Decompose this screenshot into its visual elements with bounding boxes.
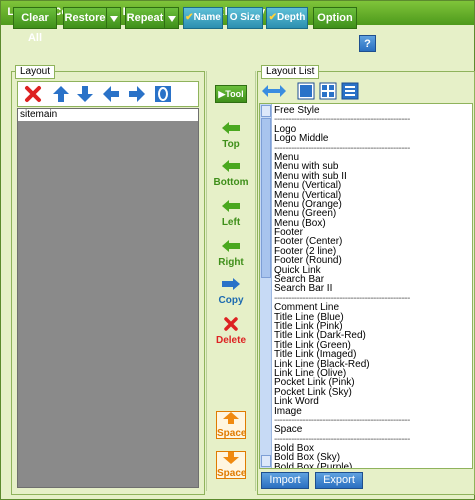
list-scrollbar[interactable] [260,104,272,468]
layout-canvas[interactable]: sitemain [17,108,199,488]
list-separator: ----------------------------------------… [274,142,410,154]
arrow-left-green-icon [222,160,240,172]
repeat-dropdown-icon[interactable] [164,8,178,28]
delete-x-icon [224,317,238,331]
delete-x-icon[interactable] [24,85,42,103]
right-button[interactable]: Right [207,239,255,268]
list-tools [259,81,473,103]
arrow-left-green-icon [222,200,240,212]
copy-button[interactable]: Copy [207,277,255,306]
tool-label: Tool [225,89,244,99]
list-item[interactable]: Link Word [274,396,470,406]
arrow-left-green-icon [222,240,240,252]
layout-tools [17,81,199,107]
scroll-down-icon[interactable] [261,455,271,467]
layout-list-label: Layout List [261,65,320,79]
arrow-left-green-icon [222,122,240,134]
top-label: Top [222,139,240,150]
name-label: Name [193,12,221,23]
arrow-up-icon[interactable] [52,85,70,103]
tool-button-face: ▶Tool [215,85,247,103]
repeat-button[interactable]: Repeat [125,7,179,29]
toolbar [1,27,474,61]
repeat-label: Repeat [126,12,164,24]
grid-view-icon[interactable] [319,82,337,100]
import-button[interactable]: Import [261,472,309,489]
export-button[interactable]: Export [315,472,363,489]
space-up-face: Space [216,411,246,439]
name-button[interactable]: ✔Name [183,7,223,29]
double-arrow-icon[interactable] [261,83,287,99]
name-check-icon: ✔ [185,12,194,23]
layout-list-items: Free Style ------------------------------… [274,105,470,468]
scroll-up-icon[interactable] [261,105,271,117]
left-button[interactable]: Left [207,199,255,228]
copy-label: Copy [218,295,244,306]
bottom-label: Bottom [213,177,249,188]
osize-button[interactable]: O Size [227,7,263,29]
option-button[interactable]: Option [313,7,357,29]
depth-check-icon: ✔ [268,12,278,23]
depth-label: Depth [277,12,306,23]
space-down-button[interactable]: Space [207,451,255,479]
space-up-label: Space [217,428,247,439]
help-button[interactable]: ? [359,35,376,52]
space-down-label: Space [217,468,247,479]
layout-panel-label: Layout [15,65,56,79]
list-item[interactable]: Bold Box (Purple) [274,462,470,468]
layout-list[interactable]: Free Style ------------------------------… [259,103,473,469]
canvas-header: sitemain [18,109,198,121]
zero-icon[interactable] [154,85,172,103]
middle-toolbar: ▶Tool Top Bottom Left Right Copy Delete [206,71,256,491]
bottom-button[interactable]: Bottom [207,159,255,188]
space-up-button[interactable]: Space [207,411,255,439]
depth-button[interactable]: ✔Depth [266,7,308,29]
list-item[interactable]: Menu (Box) [274,218,470,228]
delete-label: Delete [215,335,246,346]
arrow-left-icon[interactable] [102,85,120,103]
arrow-down-icon[interactable] [76,85,94,103]
restore-button[interactable]: Restore [63,7,121,29]
restore-dropdown-icon[interactable] [106,8,120,28]
arrow-up-orange-icon [223,412,239,424]
list-separator: ----------------------------------------… [274,114,410,126]
list-separator: ----------------------------------------… [274,414,410,426]
scroll-thumb[interactable] [261,118,271,278]
list-view-icon[interactable] [341,82,359,100]
top-button[interactable]: Top [207,121,255,150]
arrow-down-orange-icon [223,452,239,464]
clear-all-button[interactable]: Clear All [13,7,57,44]
left-label: Left [221,217,241,228]
space-down-face: Space [216,451,246,479]
arrow-right-icon[interactable] [128,85,146,103]
tool-button[interactable]: ▶Tool [207,85,255,103]
right-label: Right [218,257,244,268]
app-window: Layout Control - Drag and drop the layou… [0,0,475,500]
delete-button[interactable]: Delete [207,317,255,346]
restore-label: Restore [64,12,106,24]
single-view-icon[interactable] [297,82,315,100]
arrow-right-blue-icon [222,278,240,290]
